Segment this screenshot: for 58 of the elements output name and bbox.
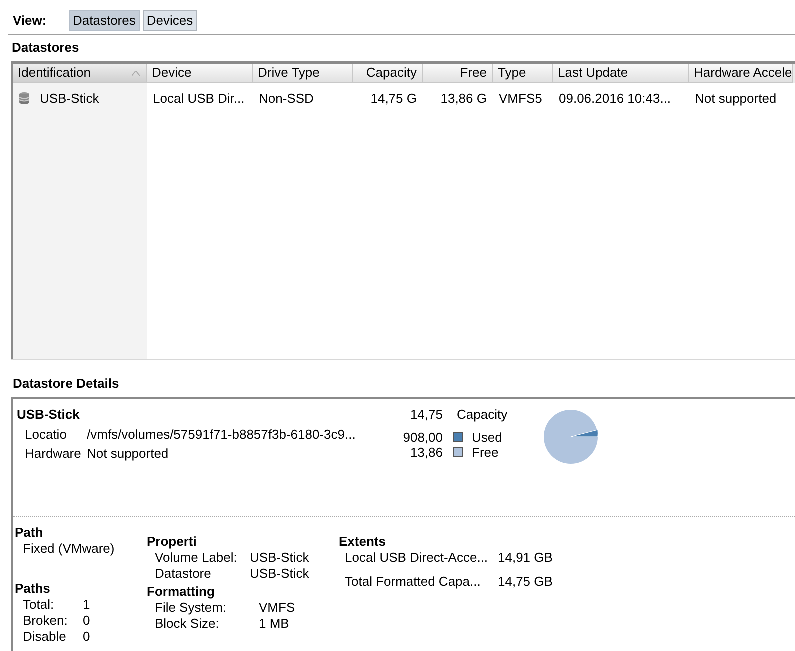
column-header[interactable]: Free bbox=[423, 64, 493, 82]
table-cell-text: Non-SSD bbox=[259, 90, 314, 108]
capacity-value: 14,75 bbox=[409, 406, 443, 424]
property-value: 0 bbox=[83, 613, 90, 629]
column-header[interactable]: Capacity bbox=[353, 64, 423, 82]
property-value: VMFS bbox=[259, 600, 296, 616]
view-tab[interactable]: Devices bbox=[142, 10, 198, 31]
section-heading: Properti bbox=[147, 534, 198, 550]
table-cell-text: 14,75 G bbox=[370, 90, 417, 108]
section-heading: Formatting bbox=[147, 584, 216, 600]
column-header[interactable]: Last Update bbox=[553, 64, 689, 82]
view-tab[interactable]: Datastores bbox=[69, 10, 140, 31]
pie-chart-drawing bbox=[543, 409, 599, 465]
extent-label: Total Formatted Capa... bbox=[345, 574, 482, 590]
capacity-label: Capacity bbox=[457, 406, 508, 424]
property-value: Not supported bbox=[87, 445, 169, 463]
extent-value: 14,91 GB bbox=[498, 550, 553, 566]
table-cell-text: 09.06.2016 10:43... bbox=[559, 90, 672, 108]
column-header[interactable]: Hardware Accele bbox=[689, 64, 793, 82]
legend-value: 13,86 bbox=[409, 444, 443, 460]
property-value: USB-Stick bbox=[250, 550, 310, 566]
extent-label: Local USB Direct-Acce... bbox=[345, 550, 490, 566]
property-value: 0 bbox=[83, 629, 90, 645]
property-label: Total: bbox=[23, 597, 56, 613]
datastore-name: USB-Stick bbox=[17, 406, 81, 424]
section-title: Datastore Details bbox=[12, 374, 120, 392]
table-cell-text: Local USB Dir... bbox=[153, 90, 245, 108]
property-value: 1 MB bbox=[259, 616, 290, 632]
property-value: 1 bbox=[83, 597, 90, 613]
section-title: Datastores bbox=[11, 39, 80, 57]
table-cell-text: Not supported bbox=[695, 90, 777, 108]
legend-label: Used bbox=[472, 430, 502, 444]
property-label: Datastore bbox=[155, 566, 212, 582]
column-header[interactable]: Device bbox=[147, 64, 253, 82]
property-label: Hardware bbox=[25, 445, 82, 463]
database-icon bbox=[19, 92, 30, 105]
column-header[interactable]: Type bbox=[493, 64, 553, 82]
view-label: View: bbox=[13, 12, 48, 30]
property-label: File System: bbox=[155, 600, 228, 616]
property-value: USB-Stick bbox=[250, 566, 310, 582]
path-value: Fixed (VMware) bbox=[22, 541, 116, 557]
property-label: Locatio bbox=[25, 426, 68, 444]
extent-value: 14,75 GB bbox=[498, 574, 553, 590]
property-label: Broken: bbox=[23, 613, 69, 629]
property-label: Disable bbox=[23, 629, 68, 645]
legend-value: 908,00 bbox=[402, 430, 443, 444]
table-cell-text: USB-Stick bbox=[40, 90, 100, 108]
property-label: Volume Label: bbox=[155, 550, 238, 566]
section-heading: Path bbox=[15, 525, 44, 541]
legend-label: Free bbox=[472, 444, 499, 460]
section-heading: Paths bbox=[15, 581, 52, 597]
table-cell-text: VMFS5 bbox=[499, 90, 542, 108]
property-label: Block Size: bbox=[155, 616, 220, 632]
column-header[interactable]: Drive Type bbox=[253, 64, 353, 82]
table-cell-text: 13,86 G bbox=[440, 90, 487, 108]
column-header[interactable]: Identification bbox=[13, 64, 147, 82]
section-heading: Extents bbox=[339, 534, 387, 550]
property-value: /vmfs/volumes/57591f71-b8857f3b-6180-3c9... bbox=[87, 426, 356, 444]
